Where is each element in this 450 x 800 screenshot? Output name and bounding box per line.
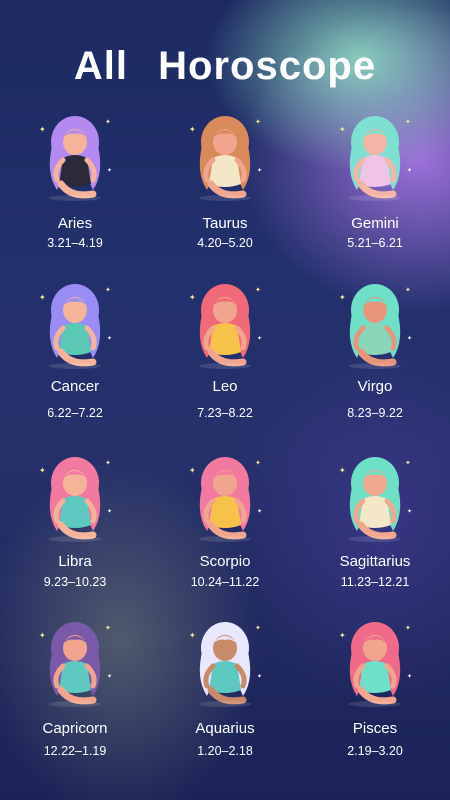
sign-illustration: ✦ ✦ ✦	[185, 453, 265, 543]
sign-name: Capricorn	[42, 720, 108, 737]
svg-text:✦: ✦	[255, 624, 261, 632]
svg-text:✦: ✦	[39, 293, 46, 302]
svg-text:✦: ✦	[105, 286, 111, 294]
svg-text:✦: ✦	[407, 508, 412, 515]
svg-text:✦: ✦	[107, 673, 112, 680]
sign-card-cancer[interactable]: ✦ ✦ ✦ Cancer 6.22–7.22	[0, 280, 150, 445]
sign-illustration: ✦ ✦ ✦	[335, 453, 415, 543]
svg-text:✦: ✦	[39, 466, 46, 475]
svg-text:✦: ✦	[105, 624, 111, 632]
sign-dates: 12.22–1.19	[43, 744, 107, 758]
svg-text:✦: ✦	[189, 125, 196, 134]
gemini-figure-icon: ✦ ✦ ✦	[339, 116, 412, 201]
sign-card-sagittarius[interactable]: ✦ ✦ ✦ Sagittarius 11.23–12.21	[300, 453, 450, 618]
svg-text:✦: ✦	[407, 335, 412, 342]
svg-text:✦: ✦	[339, 466, 346, 475]
sign-dates: 2.19–3.20	[347, 744, 403, 758]
sign-illustration: ✦ ✦ ✦	[185, 112, 265, 202]
svg-text:✦: ✦	[339, 293, 346, 302]
svg-text:✦: ✦	[189, 293, 196, 302]
sign-card-scorpio[interactable]: ✦ ✦ ✦ Scorpio 10.24–11.22	[150, 453, 300, 618]
capricorn-figure-icon: ✦ ✦ ✦	[39, 622, 112, 707]
sign-dates: 1.20–2.18	[197, 744, 253, 758]
svg-text:✦: ✦	[405, 459, 411, 467]
sign-dates: 11.23–12.21	[340, 575, 410, 589]
sign-card-aquarius[interactable]: ✦ ✦ ✦ Aquarius 1.20–2.18	[150, 618, 300, 783]
svg-text:✦: ✦	[107, 508, 112, 515]
sign-name: Taurus	[202, 215, 248, 232]
sign-card-gemini[interactable]: ✦ ✦ ✦ Gemini 5.21–6.21	[300, 112, 450, 277]
page-title: All Horoscope	[73, 44, 377, 88]
svg-text:✦: ✦	[405, 286, 411, 294]
sign-card-pisces[interactable]: ✦ ✦ ✦ Pisces 2.19–3.20	[300, 618, 450, 783]
sign-name: Sagittarius	[339, 553, 411, 570]
sign-dates: 6.22–7.22	[47, 406, 103, 420]
sign-name: Libra	[58, 553, 92, 570]
sign-dates: 8.23–9.22	[347, 406, 403, 420]
sign-name: Scorpio	[199, 553, 251, 570]
leo-figure-icon: ✦ ✦ ✦	[189, 284, 262, 369]
sign-dates: 9.23–10.23	[43, 575, 107, 589]
cancer-figure-icon: ✦ ✦ ✦	[39, 284, 112, 369]
sign-card-aries[interactable]: ✦ ✦ ✦ Aries 3.21–4.19	[0, 112, 150, 277]
sagittarius-figure-icon: ✦ ✦ ✦	[339, 457, 412, 542]
svg-text:✦: ✦	[39, 631, 46, 640]
pisces-figure-icon: ✦ ✦ ✦	[339, 622, 412, 707]
sign-name: Virgo	[357, 378, 393, 395]
svg-text:✦: ✦	[255, 286, 261, 294]
sign-card-capricorn[interactable]: ✦ ✦ ✦ Capricorn 12.22–1.19	[0, 618, 150, 783]
svg-text:✦: ✦	[257, 335, 262, 342]
sign-dates: 5.21–6.21	[347, 236, 403, 250]
svg-text:✦: ✦	[105, 118, 111, 126]
sign-card-leo[interactable]: ✦ ✦ ✦ Leo 7.23–8.22	[150, 280, 300, 445]
svg-text:✦: ✦	[405, 118, 411, 126]
svg-text:✦: ✦	[107, 167, 112, 174]
svg-text:✦: ✦	[257, 167, 262, 174]
sign-dates: 3.21–4.19	[47, 236, 103, 250]
svg-text:✦: ✦	[407, 167, 412, 174]
svg-text:✦: ✦	[255, 459, 261, 467]
sign-name: Leo	[212, 378, 238, 395]
sign-illustration: ✦ ✦ ✦	[35, 280, 115, 370]
sign-illustration: ✦ ✦ ✦	[335, 280, 415, 370]
sign-illustration: ✦ ✦ ✦	[35, 618, 115, 708]
sign-card-libra[interactable]: ✦ ✦ ✦ Libra 9.23–10.23	[0, 453, 150, 618]
aries-figure-icon: ✦ ✦ ✦	[39, 116, 112, 201]
svg-text:✦: ✦	[39, 125, 46, 134]
sign-card-virgo[interactable]: ✦ ✦ ✦ Virgo 8.23–9.22	[300, 280, 450, 445]
svg-text:✦: ✦	[257, 508, 262, 515]
sign-name: Pisces	[352, 720, 398, 737]
horoscope-grid: ✦ ✦ ✦ Aries 3.21–4.19 ✦ ✦ ✦ Taurus 4.20–5.20 ✦ ✦ ✦ Ge…	[0, 112, 450, 772]
sign-illustration: ✦ ✦ ✦	[35, 112, 115, 202]
svg-text:✦: ✦	[255, 118, 261, 126]
sign-card-taurus[interactable]: ✦ ✦ ✦ Taurus 4.20–5.20	[150, 112, 300, 277]
svg-text:✦: ✦	[189, 631, 196, 640]
taurus-figure-icon: ✦ ✦ ✦	[189, 116, 262, 201]
svg-text:✦: ✦	[257, 673, 262, 680]
virgo-figure-icon: ✦ ✦ ✦	[339, 284, 412, 369]
sign-illustration: ✦ ✦ ✦	[185, 618, 265, 708]
libra-figure-icon: ✦ ✦ ✦	[39, 457, 112, 542]
svg-text:✦: ✦	[339, 631, 346, 640]
sign-illustration: ✦ ✦ ✦	[335, 112, 415, 202]
sign-name: Cancer	[50, 378, 100, 395]
aquarius-figure-icon: ✦ ✦ ✦	[189, 622, 262, 707]
sign-name: Aries	[57, 215, 93, 232]
svg-text:✦: ✦	[407, 673, 412, 680]
sign-illustration: ✦ ✦ ✦	[335, 618, 415, 708]
svg-text:✦: ✦	[189, 466, 196, 475]
sign-illustration: ✦ ✦ ✦	[185, 280, 265, 370]
sign-illustration: ✦ ✦ ✦	[35, 453, 115, 543]
sign-dates: 7.23–8.22	[197, 406, 253, 420]
sign-name: Gemini	[351, 215, 399, 232]
sign-name: Aquarius	[195, 720, 255, 737]
sign-dates: 4.20–5.20	[197, 236, 253, 250]
scorpio-figure-icon: ✦ ✦ ✦	[189, 457, 262, 542]
sign-dates: 10.24–11.22	[190, 575, 260, 589]
svg-text:✦: ✦	[107, 335, 112, 342]
svg-text:✦: ✦	[405, 624, 411, 632]
svg-text:✦: ✦	[105, 459, 111, 467]
svg-text:✦: ✦	[339, 125, 346, 134]
